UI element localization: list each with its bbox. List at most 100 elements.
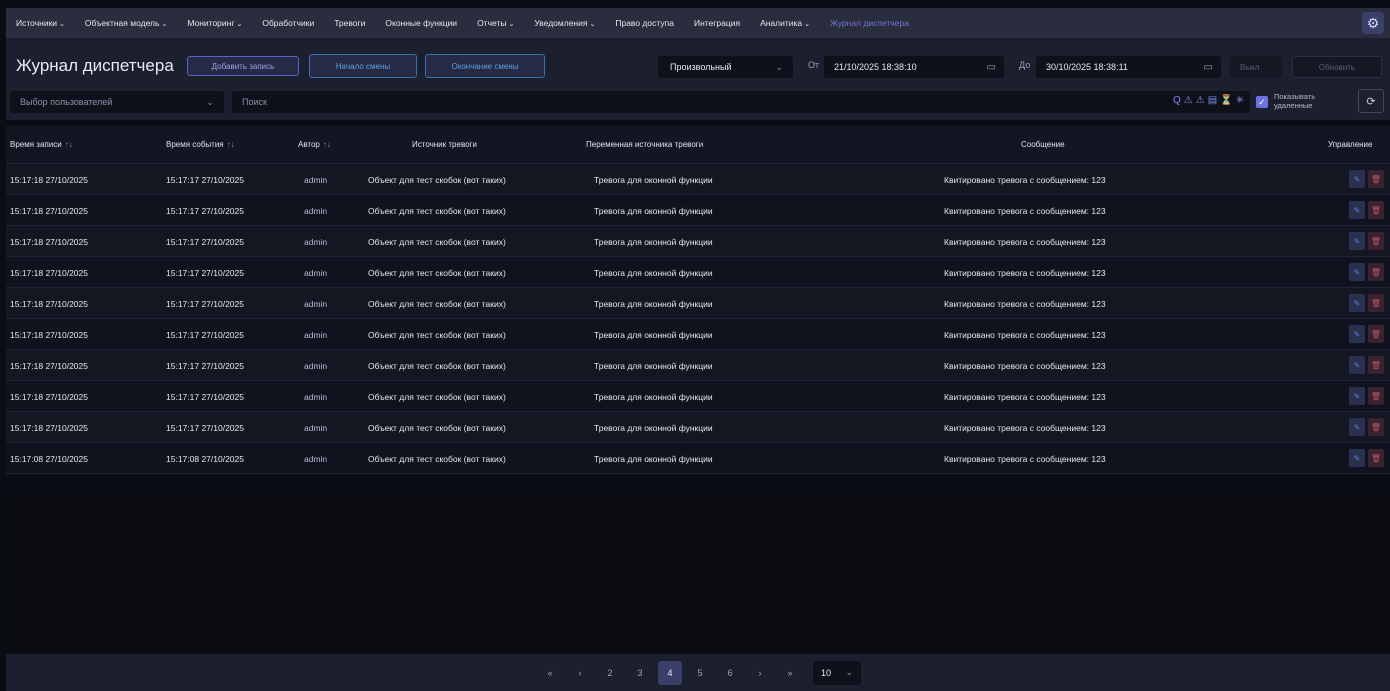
message-cell: Квитировано тревога с сообщением: 123 (944, 361, 1106, 371)
range-select[interactable]: Произвольный ⌄ (658, 56, 793, 78)
page-button[interactable]: 2 (598, 661, 622, 685)
table-row[interactable]: 15:17:18 27/10/2025 15:17:17 27/10/2025 ad… (6, 350, 1390, 381)
edit-icon[interactable]: ✎ (1349, 232, 1365, 250)
author-cell: admin (304, 268, 328, 278)
source-cell: Объект для тест скобок (вот таких) (368, 237, 506, 247)
page-button[interactable]: 3 (628, 661, 652, 685)
shift-end-button[interactable]: Окончание смены (425, 54, 545, 78)
edit-icon[interactable]: ✎ (1349, 201, 1365, 219)
row-controls: ✎ 🗑 (1349, 418, 1384, 436)
sort-icon[interactable]: ↑↓ (323, 140, 331, 149)
prev-page-button[interactable]: ‹ (568, 661, 592, 685)
edit-icon[interactable]: ✎ (1349, 170, 1365, 188)
message-cell: Квитировано тревога с сообщением: 123 (944, 423, 1106, 433)
filter-icon[interactable]: Q (1173, 95, 1181, 106)
refresh-icon[interactable]: ⟳ (1358, 89, 1384, 113)
nav-item[interactable]: Мониторинг ⌄ (187, 18, 242, 28)
edit-icon[interactable]: ✎ (1349, 263, 1365, 281)
header-author[interactable]: Автор ↑↓ (298, 140, 331, 149)
nav-item[interactable]: Интеграция (694, 18, 740, 28)
nav-item[interactable]: Право доступа (615, 18, 674, 28)
nav-item[interactable]: Оконные функции (385, 18, 457, 28)
first-page-button[interactable]: « (538, 661, 562, 685)
author-cell: admin (304, 299, 328, 309)
header-event-time[interactable]: Время события ↑↓ (166, 140, 235, 149)
journal-table: Время записи ↑↓ Время события ↑↓ Автор ↑↓ И… (6, 126, 1390, 474)
nav-item[interactable]: Отчеты ⌄ (477, 18, 514, 28)
record-time-cell: 15:17:18 27/10/2025 (10, 330, 88, 340)
delete-icon[interactable]: 🗑 (1368, 325, 1384, 343)
table-row[interactable]: 15:17:08 27/10/2025 15:17:08 27/10/2025 ad… (6, 443, 1390, 474)
page-button[interactable]: 5 (688, 661, 712, 685)
last-page-button[interactable]: » (778, 661, 802, 685)
table-row[interactable]: 15:17:18 27/10/2025 15:17:17 27/10/2025 ad… (6, 319, 1390, 350)
header-record-time[interactable]: Время записи ↑↓ (10, 140, 73, 149)
table-row[interactable]: 15:17:18 27/10/2025 15:17:17 27/10/2025 ad… (6, 288, 1390, 319)
delete-icon[interactable]: 🗑 (1368, 170, 1384, 188)
next-page-button[interactable]: › (748, 661, 772, 685)
add-record-button[interactable]: Добавить запись (187, 56, 299, 76)
settings-icon[interactable]: ⚙ (1362, 12, 1384, 34)
nav-item[interactable]: Уведомления ⌄ (534, 18, 595, 28)
nav-item[interactable]: Объектная модель ⌄ (85, 18, 167, 28)
page-button[interactable]: 4 (658, 660, 682, 685)
event-time-cell: 15:17:17 27/10/2025 (166, 268, 244, 278)
to-date-input[interactable]: 30/10/2025 18:38:11 ▭ (1036, 56, 1221, 78)
sort-icon[interactable]: ↑↓ (227, 140, 235, 149)
update-button[interactable]: Обновить (1292, 56, 1382, 78)
delete-icon[interactable]: 🗑 (1368, 232, 1384, 250)
page-button[interactable]: 6 (718, 661, 742, 685)
table-row[interactable]: 15:17:18 27/10/2025 15:17:17 27/10/2025 ad… (6, 257, 1390, 288)
table-row[interactable]: 15:17:18 27/10/2025 15:17:17 27/10/2025 ad… (6, 226, 1390, 257)
delete-icon[interactable]: 🗑 (1368, 449, 1384, 467)
nav-item[interactable]: Тревоги (334, 18, 365, 28)
filter-icon[interactable]: ⏳ (1220, 95, 1232, 106)
edit-icon[interactable]: ✎ (1349, 294, 1365, 312)
calendar-icon[interactable]: ▭ (1204, 62, 1213, 73)
edit-icon[interactable]: ✎ (1349, 356, 1365, 374)
edit-icon[interactable]: ✎ (1349, 449, 1365, 467)
delete-icon[interactable]: 🗑 (1368, 356, 1384, 374)
filter-icon[interactable]: ⚠ (1196, 95, 1205, 106)
filter-icon[interactable]: ⚠ (1184, 95, 1193, 106)
delete-icon[interactable]: 🗑 (1368, 201, 1384, 219)
row-controls: ✎ 🗑 (1349, 294, 1384, 312)
extra-select[interactable]: Выкл (1230, 56, 1282, 78)
filter-icon[interactable]: ✳ (1236, 95, 1244, 106)
table-row[interactable]: 15:17:18 27/10/2025 15:17:17 27/10/2025 ad… (6, 412, 1390, 443)
delete-icon[interactable]: 🗑 (1368, 263, 1384, 281)
table-body: 15:17:18 27/10/2025 15:17:17 27/10/2025 ad… (6, 164, 1390, 474)
table-row[interactable]: 15:17:18 27/10/2025 15:17:17 27/10/2025 ad… (6, 164, 1390, 195)
edit-icon[interactable]: ✎ (1349, 325, 1365, 343)
message-cell: Квитировано тревога с сообщением: 123 (944, 175, 1106, 185)
nav-item[interactable]: Журнал диспетчера (830, 18, 909, 28)
chevron-down-icon: ⌄ (206, 96, 214, 107)
sort-icon[interactable]: ↑↓ (65, 140, 73, 149)
per-page-value: 10 (821, 667, 832, 678)
table-row[interactable]: 15:17:18 27/10/2025 15:17:17 27/10/2025 ad… (6, 381, 1390, 412)
edit-icon[interactable]: ✎ (1349, 418, 1365, 436)
variable-cell: Тревога для оконной функции (594, 361, 713, 371)
search-input[interactable]: Поиск Q ⚠ ⚠ ▤ ⏳ ✳ (232, 91, 1250, 113)
nav-item[interactable]: Источники ⌄ (16, 18, 65, 28)
user-select[interactable]: Выбор пользователей ⌄ (10, 91, 224, 113)
nav-item[interactable]: Обработчики (262, 18, 314, 28)
nav-item[interactable]: Аналитика ⌄ (760, 18, 810, 28)
edit-icon[interactable]: ✎ (1349, 387, 1365, 405)
header-control: Управление (1328, 140, 1373, 149)
variable-cell: Тревога для оконной функции (594, 299, 713, 309)
table-row[interactable]: 15:17:18 27/10/2025 15:17:17 27/10/2025 ad… (6, 195, 1390, 226)
per-page-select[interactable]: 10 ⌄ (813, 660, 861, 685)
chevron-down-icon: ⌄ (845, 667, 853, 677)
calendar-icon[interactable]: ▭ (987, 62, 996, 73)
show-deleted-checkbox[interactable]: ✓ (1256, 96, 1268, 108)
event-time-cell: 15:17:08 27/10/2025 (166, 454, 244, 464)
filter-icon[interactable]: ▤ (1208, 95, 1217, 106)
delete-icon[interactable]: 🗑 (1368, 418, 1384, 436)
from-date-input[interactable]: 21/10/2025 18:38:10 ▭ (824, 56, 1004, 78)
chevron-down-icon: ⌄ (589, 21, 596, 28)
delete-icon[interactable]: 🗑 (1368, 294, 1384, 312)
record-time-cell: 15:17:18 27/10/2025 (10, 175, 88, 185)
delete-icon[interactable]: 🗑 (1368, 387, 1384, 405)
shift-start-button[interactable]: Начало смены (309, 54, 417, 78)
